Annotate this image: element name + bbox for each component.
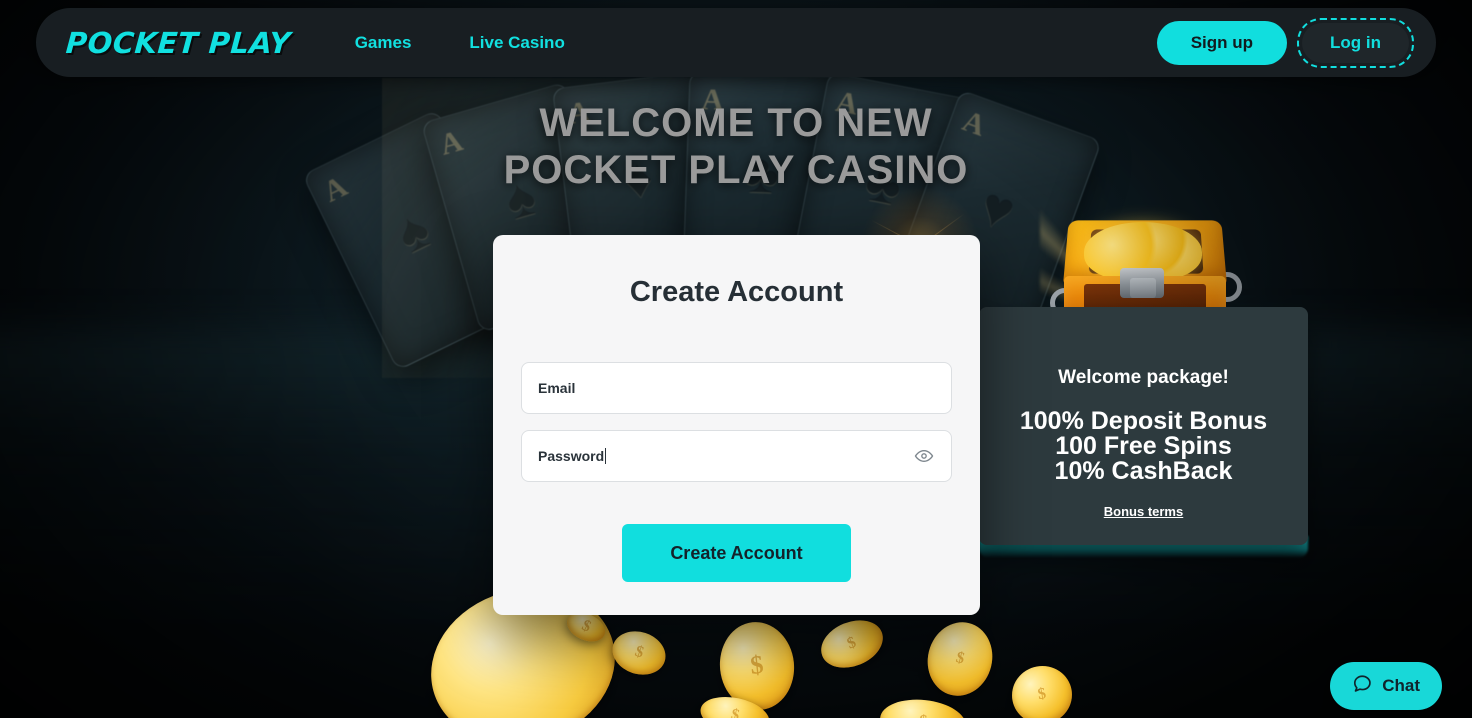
email-field-label: Email — [538, 380, 576, 396]
create-account-button[interactable]: Create Account — [622, 524, 851, 582]
coin-icon — [1007, 661, 1077, 718]
logo[interactable]: POCKET PLAY — [65, 26, 292, 60]
modal-submit-row: Create Account — [493, 524, 980, 582]
nav-item-games[interactable]: Games — [341, 23, 426, 63]
bonus-offer-line: 10% CashBack — [1054, 457, 1233, 485]
bonus-offer-line: 100 Free Spins — [1055, 432, 1232, 460]
coin-icon — [877, 695, 969, 718]
create-account-modal: Create Account Email Password Create Acc… — [493, 235, 980, 615]
welcome-package-panel: Welcome package! 100% Deposit Bonus 100 … — [979, 307, 1308, 545]
log-in-button[interactable]: Log in — [1302, 22, 1409, 63]
hero-heading: WELCOME TO NEW POCKET PLAY CASINO — [0, 100, 1472, 194]
text-caret — [605, 448, 607, 464]
modal-title: Create Account — [629, 276, 844, 308]
email-field[interactable]: Email — [521, 362, 952, 414]
hero-line-1: WELCOME TO NEW — [539, 101, 933, 145]
chat-widget-label: Chat — [1382, 676, 1420, 695]
hero-line-2: POCKET PLAY CASINO — [503, 148, 969, 192]
nav-item-live-casino[interactable]: Live Casino — [455, 23, 578, 63]
password-field-label: Password — [538, 448, 605, 464]
header-actions: Sign up Log in — [1156, 17, 1414, 68]
main-nav: Games Live Casino — [341, 23, 579, 63]
chat-widget-button[interactable]: Chat — [1330, 662, 1442, 710]
coin-icon — [814, 611, 890, 677]
coin-icon — [919, 615, 1001, 703]
log-in-focus-ring: Log in — [1297, 17, 1414, 68]
coin-icon — [606, 624, 672, 682]
chat-bubble-icon — [1352, 673, 1373, 699]
bonus-panel-offers: 100% Deposit Bonus 100 Free Spins 10% Ca… — [979, 409, 1308, 484]
bonus-panel-title: Welcome package! — [1058, 367, 1229, 388]
bonus-terms-link[interactable]: Bonus terms — [1104, 504, 1183, 519]
site-header: POCKET PLAY Games Live Casino Sign up Lo… — [36, 8, 1436, 77]
eye-icon[interactable] — [913, 445, 935, 467]
page-root: A♠ A♠ A♦ A♣ A♣ A♥ — [0, 0, 1472, 718]
password-field[interactable]: Password — [521, 430, 952, 482]
sign-up-button[interactable]: Sign up — [1156, 20, 1288, 65]
bonus-offer-line: 100% Deposit Bonus — [1019, 407, 1268, 435]
